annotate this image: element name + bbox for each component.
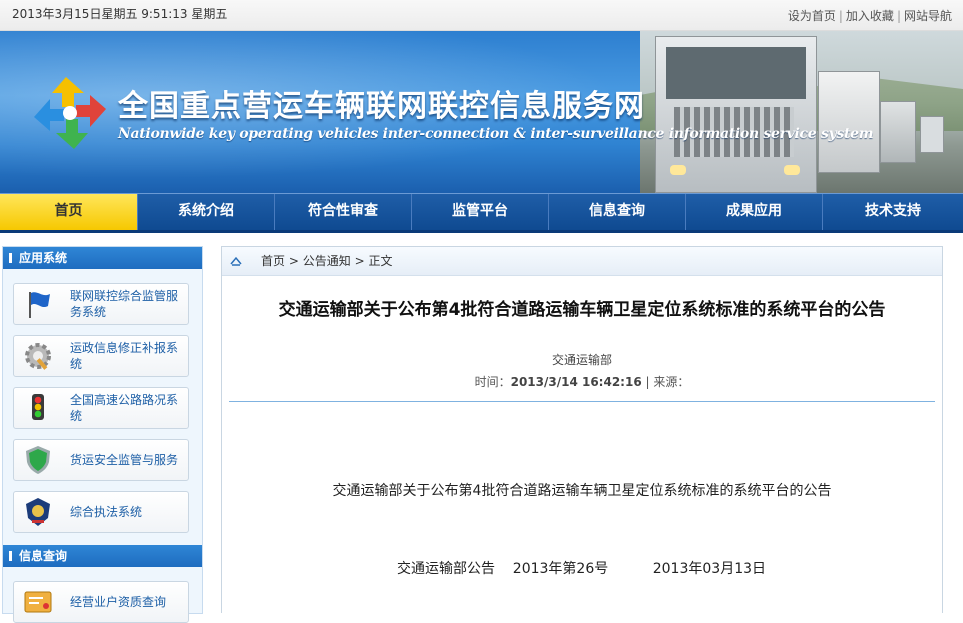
time-label: 时间： bbox=[474, 375, 511, 389]
breadcrumb-home-icon bbox=[230, 256, 242, 266]
site-banner: 全国重点营运车辆联网联控信息服务网 Nationwide key operati… bbox=[0, 31, 963, 193]
nav-results[interactable]: 成果应用 bbox=[686, 194, 823, 230]
breadcrumb-section-link[interactable]: 公告通知 bbox=[303, 254, 351, 268]
police-badge-icon bbox=[26, 498, 50, 526]
sidebar-app-label: 联网联控综合监管服务系统 bbox=[70, 289, 179, 319]
top-links: 设为首页 | 加入收藏 | 网站导航 bbox=[787, 9, 952, 23]
gear-icon bbox=[25, 343, 51, 370]
nav-supervision-platform[interactable]: 监管平台 bbox=[412, 194, 549, 230]
site-title-cn: 全国重点营运车辆联网联控信息服务网 bbox=[118, 89, 645, 124]
site-nav-link[interactable]: 网站导航 bbox=[904, 9, 952, 23]
site-title-en: Nationwide key operating vehicles inter-… bbox=[118, 126, 874, 142]
sidebar-query-label: 经营业户资质查询 bbox=[70, 595, 167, 609]
breadcrumb: 首页 > 公告通知 > 正文 bbox=[222, 247, 942, 276]
flag-icon bbox=[29, 292, 50, 318]
certificate-icon bbox=[24, 591, 52, 613]
truck-image bbox=[655, 36, 817, 193]
article-meta: 时间：2013/3/14 16:42:16 | 来源： bbox=[222, 373, 942, 390]
traffic-light-icon bbox=[32, 394, 44, 420]
sidebar: 应用系统 联网联控综合监管服务系统 运政信息修正补报系统 全国高速公路路况系统 … bbox=[2, 246, 203, 623]
current-datetime: 2013年3月15日星期五 9:51:13 星期五 bbox=[12, 7, 228, 21]
meta-separator: | bbox=[645, 375, 650, 389]
sidebar-app-label: 货运安全监管与服务 bbox=[70, 453, 179, 467]
shield-icon bbox=[26, 446, 50, 474]
nav-system-intro[interactable]: 系统介绍 bbox=[138, 194, 275, 230]
publish-time: 2013/3/14 16:42:16 bbox=[510, 375, 642, 389]
breadcrumb-separator: > bbox=[288, 254, 299, 268]
article-title: 交通运输部关于公布第4批符合道路运输车辆卫星定位系统标准的系统平台的公告 bbox=[278, 300, 886, 320]
truck-image bbox=[818, 71, 880, 173]
nav-info-query[interactable]: 信息查询 bbox=[549, 194, 686, 230]
site-logo-icon[interactable] bbox=[30, 73, 110, 153]
origin-label: 来源： bbox=[653, 375, 690, 389]
sidebar-app-monitoring[interactable]: 联网联控综合监管服务系统 bbox=[13, 283, 189, 325]
article-body-title: 交通运输部关于公布第4批符合道路运输车辆卫星定位系统标准的系统平台的公告 bbox=[332, 483, 832, 499]
nav-home[interactable]: 首页 bbox=[0, 194, 138, 230]
sidebar-app-correction[interactable]: 运政信息修正补报系统 bbox=[13, 335, 189, 377]
truck-image bbox=[920, 116, 944, 153]
nav-compliance-review[interactable]: 符合性审查 bbox=[275, 194, 412, 230]
sidebar-header-query: 信息查询 bbox=[3, 545, 202, 567]
title-divider bbox=[229, 401, 935, 402]
breadcrumb-home-link[interactable]: 首页 bbox=[261, 254, 285, 268]
main-nav: 首页 系统介绍 符合性审查 监管平台 信息查询 成果应用 技术支持 bbox=[0, 193, 963, 233]
sidebar-query-qualification[interactable]: 经营业户资质查询 bbox=[13, 581, 189, 623]
sidebar-app-label: 运政信息修正补报系统 bbox=[70, 341, 179, 371]
truck-image bbox=[880, 101, 916, 163]
article-panel: 首页 > 公告通知 > 正文 交通运输部关于公布第4批符合道路运输车辆卫星定位系… bbox=[221, 246, 943, 613]
nav-tech-support[interactable]: 技术支持 bbox=[823, 194, 963, 230]
add-favorite-link[interactable]: 加入收藏 bbox=[846, 9, 894, 23]
top-bar: 2013年3月15日星期五 9:51:13 星期五 设为首页 | 加入收藏 | 网站导航 bbox=[0, 0, 963, 31]
sidebar-app-label: 全国高速公路路况系统 bbox=[70, 393, 179, 423]
article-notice-line: 交通运输部公告 2013年第26号 2013年03月13日 bbox=[397, 561, 767, 577]
sidebar-app-enforcement[interactable]: 综合执法系统 bbox=[13, 491, 189, 533]
set-homepage-link[interactable]: 设为首页 bbox=[788, 9, 836, 23]
sidebar-app-label: 综合执法系统 bbox=[70, 505, 143, 519]
breadcrumb-separator: > bbox=[354, 254, 365, 268]
breadcrumb-current: 正文 bbox=[368, 254, 393, 268]
sidebar-app-road-status[interactable]: 全国高速公路路况系统 bbox=[13, 387, 189, 429]
article-source: 交通运输部 bbox=[551, 353, 612, 367]
sidebar-app-freight-safety[interactable]: 货运安全监管与服务 bbox=[13, 439, 189, 481]
sidebar-header-apps: 应用系统 bbox=[3, 247, 202, 269]
